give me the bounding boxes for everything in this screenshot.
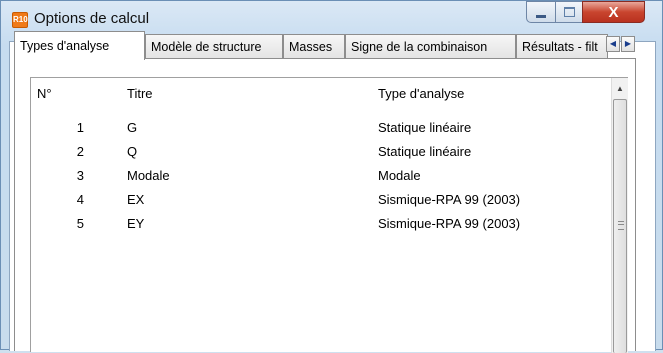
column-header-title[interactable]: Titre (127, 82, 153, 106)
grip-icon (618, 221, 624, 230)
row-number: 2 (76, 144, 84, 159)
window-title: Options de calcul (34, 10, 150, 27)
tab-panel: N° Titre Type d'analyse 1 G Statique lin… (14, 58, 636, 353)
tab-scroll-left-icon[interactable]: ◀ (606, 36, 620, 52)
row-type: Modale (378, 168, 421, 183)
table-row[interactable]: 1 G Statique linéaire (31, 116, 608, 140)
analysis-list: N° Titre Type d'analyse 1 G Statique lin… (30, 77, 628, 353)
tab-resultats-filtres[interactable]: Résultats - filt (516, 34, 608, 59)
table-row[interactable]: 4 EX Sismique-RPA 99 (2003) (31, 188, 608, 212)
minimize-icon (536, 14, 546, 18)
vertical-scrollbar[interactable]: ▲ (611, 78, 628, 353)
row-number: 5 (76, 216, 84, 231)
tab-scroll-right-icon[interactable]: ▶ (621, 36, 635, 52)
row-type: Statique linéaire (378, 144, 472, 159)
row-title: Q (127, 144, 138, 159)
tab-types-analyse[interactable]: Types d'analyse (14, 31, 145, 60)
tab-signe-combinaison[interactable]: Signe de la combinaison (345, 34, 516, 59)
row-type: Sismique-RPA 99 (2003) (378, 216, 521, 231)
tab-masses[interactable]: Masses (283, 34, 345, 59)
scroll-thumb[interactable] (613, 99, 627, 353)
app-icon: R10 (12, 12, 28, 28)
table-row[interactable]: 3 Modale Modale (31, 164, 608, 188)
close-icon: X (608, 3, 619, 21)
row-title: EY (127, 216, 145, 231)
table-row[interactable]: 2 Q Statique linéaire (31, 140, 608, 164)
minimize-button[interactable] (526, 1, 556, 23)
row-number: 3 (76, 168, 84, 183)
maximize-icon (563, 7, 575, 17)
options-dialog: R10 Options de calcul X Types d'analyse … (0, 0, 663, 353)
maximize-button[interactable] (555, 1, 583, 23)
row-type: Sismique-RPA 99 (2003) (378, 192, 521, 207)
list-header: N° Titre Type d'analyse (31, 82, 608, 106)
close-button[interactable]: X (582, 1, 645, 23)
row-number: 4 (76, 192, 84, 207)
row-title: G (127, 120, 138, 135)
tab-modele-structure[interactable]: Modèle de structure (145, 34, 283, 59)
column-header-number[interactable]: N° (37, 82, 52, 106)
row-title: EX (127, 192, 145, 207)
table-row[interactable]: 5 EY Sismique-RPA 99 (2003) (31, 212, 608, 236)
row-type: Statique linéaire (378, 120, 472, 135)
scroll-up-icon[interactable]: ▲ (612, 80, 628, 97)
column-header-type[interactable]: Type d'analyse (378, 82, 464, 106)
row-number: 1 (76, 120, 84, 135)
row-title: Modale (127, 168, 170, 183)
tab-strip: Types d'analyse Modèle de structure Mass… (14, 31, 636, 60)
